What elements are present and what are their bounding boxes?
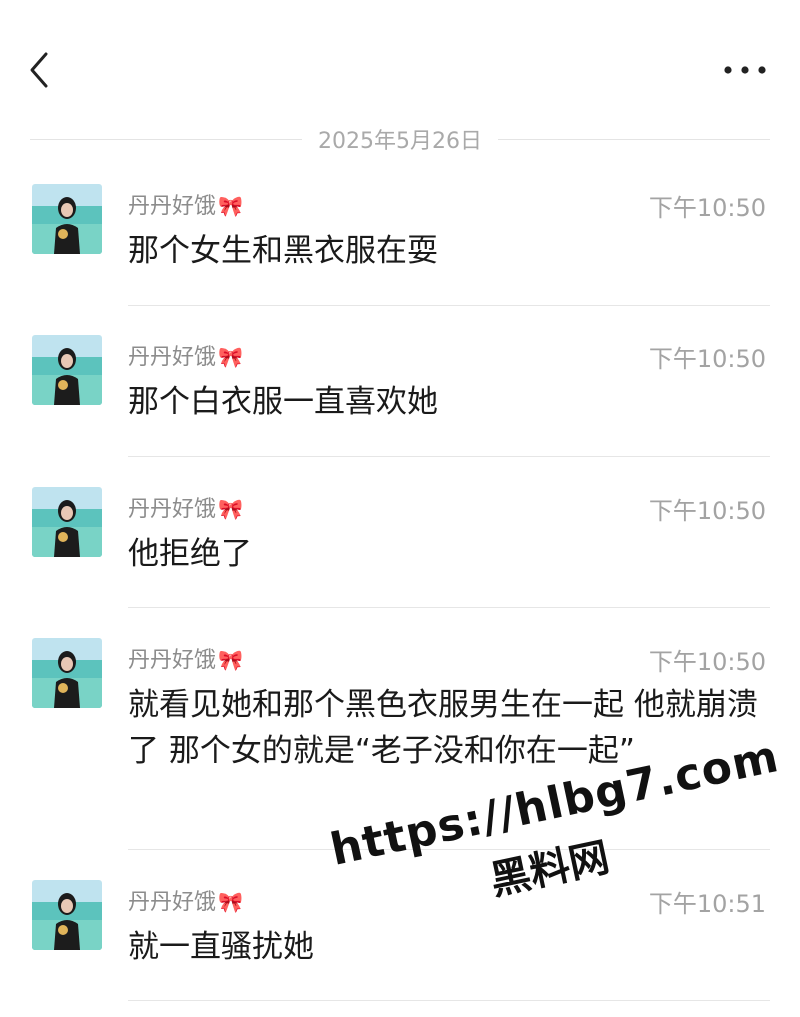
sender-name: 丹丹好饿 🎀	[128, 188, 243, 220]
message-divider	[128, 305, 770, 306]
date-separator: 2025年5月26日	[30, 122, 771, 156]
message-text: 就一直骚扰她	[128, 929, 314, 965]
date-line-left	[30, 138, 303, 140]
sender-name: 丹丹好饿 🎀	[128, 884, 243, 916]
watermark-name: 黑料网	[486, 834, 614, 905]
avatar[interactable]	[32, 335, 102, 405]
message-text: 就看见她和那个黑色衣服男生在一起 他就崩溃了 那个女的就是“老子没和你在一起”	[128, 687, 758, 769]
ribbon-emoji: 🎀	[218, 194, 243, 218]
message-text: 那个白衣服一直喜欢她	[128, 384, 438, 420]
message-time: 下午10:50	[648, 648, 766, 676]
message-time: 下午10:50	[648, 345, 766, 373]
avatar[interactable]	[32, 638, 102, 708]
avatar-photo	[32, 487, 102, 557]
message-time: 下午10:51	[648, 890, 766, 918]
top-bar	[0, 0, 800, 120]
avatar[interactable]	[32, 880, 102, 950]
sender-name-text: 丹丹好饿	[128, 890, 217, 915]
avatar-photo	[32, 184, 102, 254]
ribbon-emoji: 🎀	[218, 648, 243, 672]
message-time: 下午10:50	[648, 497, 766, 525]
sender-name-text: 丹丹好饿	[128, 194, 217, 219]
ribbon-emoji: 🎀	[218, 345, 243, 369]
date-line-right	[498, 138, 771, 140]
message-text: 他拒绝了	[128, 536, 252, 572]
message-text: 那个女生和黑衣服在耍	[128, 233, 438, 269]
sender-name-text: 丹丹好饿	[128, 497, 217, 522]
avatar[interactable]	[32, 184, 102, 254]
date-label: 2025年5月26日	[318, 129, 482, 154]
watermark: https://hlbg7.com 黑料网	[326, 731, 783, 953]
chevron-left-icon	[30, 52, 48, 88]
sender-name: 丹丹好饿 🎀	[128, 642, 243, 674]
sender-name-text: 丹丹好饿	[128, 648, 217, 673]
sender-name: 丹丹好饿 🎀	[128, 491, 243, 523]
more-options-button[interactable]	[720, 56, 770, 84]
ribbon-emoji: 🎀	[218, 497, 243, 521]
avatar-photo	[32, 880, 102, 950]
sender-name-text: 丹丹好饿	[128, 345, 217, 370]
message-divider	[128, 607, 770, 608]
sender-name: 丹丹好饿 🎀	[128, 339, 243, 371]
message-divider	[128, 1000, 770, 1001]
message-divider	[128, 456, 770, 457]
avatar-photo	[32, 638, 102, 708]
more-horizontal-icon	[724, 66, 766, 74]
ribbon-emoji: 🎀	[218, 890, 243, 914]
avatar[interactable]	[32, 487, 102, 557]
avatar-photo	[32, 335, 102, 405]
message-time: 下午10:50	[648, 194, 766, 222]
back-button[interactable]	[22, 48, 62, 92]
message-divider	[128, 849, 770, 850]
